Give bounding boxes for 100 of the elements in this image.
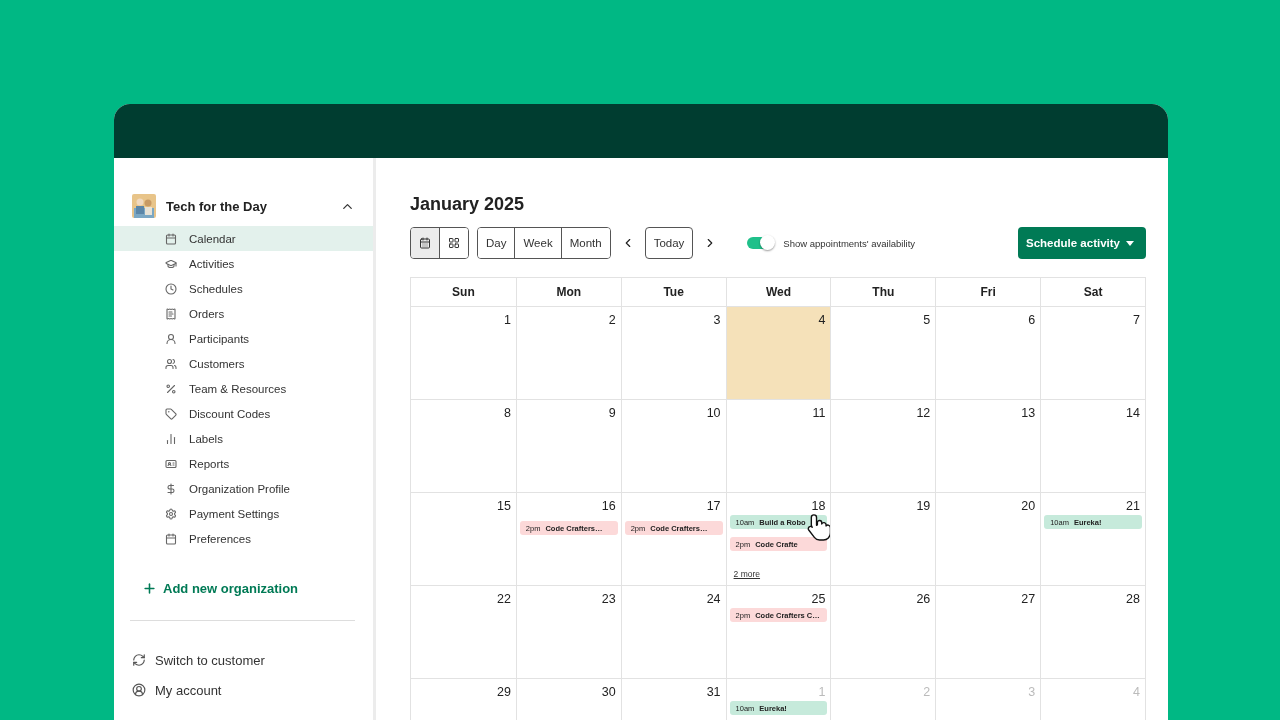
day-number: 1	[818, 685, 826, 699]
schedule-activity-button[interactable]: Schedule activity	[1018, 227, 1146, 259]
day-number: 6	[1028, 313, 1036, 327]
day-cell[interactable]: 5	[830, 306, 936, 399]
clock-icon	[165, 282, 177, 295]
day-number: 12	[916, 406, 931, 420]
day-cell[interactable]: 13	[935, 399, 1041, 492]
bar-chart-icon	[165, 432, 177, 445]
day-cell[interactable]: 10	[620, 399, 726, 492]
settings-icon	[165, 507, 177, 520]
sidebar-item[interactable]: Payment Settings	[114, 501, 373, 526]
day-number: 26	[916, 592, 931, 606]
user-circle-icon	[132, 683, 146, 697]
day-cell[interactable]: 31	[620, 678, 726, 720]
day-number: 4	[1133, 685, 1140, 699]
day-number: 31	[706, 685, 721, 699]
day-number: 29	[496, 685, 511, 699]
caret-icon	[1126, 240, 1134, 246]
day-cell[interactable]: 14	[1040, 399, 1145, 492]
availability-switch[interactable]	[747, 237, 774, 249]
day-number: 10	[706, 406, 721, 420]
day-number: 17	[706, 499, 721, 513]
day-number: 7	[1133, 313, 1140, 327]
percent-icon	[165, 382, 177, 395]
sidebar-item[interactable]: Participants	[114, 326, 373, 351]
sidebar-item[interactable]: Labels	[114, 426, 373, 451]
day-number: 21	[1126, 499, 1140, 513]
day-cell[interactable]: 2	[515, 306, 621, 399]
sidebar-item[interactable]: Organization Profile	[114, 476, 373, 501]
tag-icon	[165, 407, 177, 420]
day-cell[interactable]: 3	[620, 306, 726, 399]
day-number: 2	[923, 685, 931, 699]
sidebar-item[interactable]: Schedules	[114, 276, 373, 301]
day-number: 5	[923, 313, 931, 327]
sidebar-item[interactable]: Preferences	[114, 526, 373, 551]
sidebar-item[interactable]: Team & Resources	[114, 376, 373, 401]
day-cell[interactable]: 26	[830, 585, 936, 678]
sidebar-item[interactable]: Orders	[114, 301, 373, 326]
day-cell[interactable]: 19	[830, 492, 936, 585]
day-number: 8	[503, 406, 511, 420]
calendar-icon	[165, 532, 177, 545]
sidebar-item[interactable]: Calendar	[114, 226, 373, 251]
day-number: 19	[916, 499, 931, 513]
add-organization-link[interactable]: Add new organization	[142, 581, 373, 596]
day-number: 20	[1021, 499, 1036, 513]
sidebar-item[interactable]: Discount Codes	[114, 401, 373, 426]
footer-link[interactable]: Switch to customer	[114, 645, 373, 675]
footer-link[interactable]: My account	[114, 675, 373, 705]
day-number: 2	[608, 313, 616, 327]
day-cell[interactable]: 11	[725, 399, 831, 492]
calendar-view-button[interactable]	[411, 228, 439, 258]
day-number: 22	[496, 592, 511, 606]
month-title: January 2025	[410, 194, 526, 215]
day-number: 11	[812, 406, 826, 420]
day-cell[interactable]: 24	[620, 585, 726, 678]
day-number: 9	[608, 406, 616, 420]
day-number: 3	[713, 313, 721, 327]
day-number: 18	[811, 499, 826, 513]
day-cell[interactable]: 20	[935, 492, 1041, 585]
id-card-icon	[165, 457, 177, 470]
day-number: 28	[1126, 592, 1140, 606]
day-cell[interactable]: 4	[725, 306, 831, 399]
day-number: 3	[1028, 685, 1036, 699]
day-number: 24	[706, 592, 721, 606]
sidebar-item[interactable]: Reports	[114, 451, 373, 476]
graduation-cap-icon	[165, 257, 177, 270]
refresh-icon	[132, 653, 146, 667]
day-cell[interactable]: 6	[935, 306, 1041, 399]
plus-icon	[142, 581, 157, 596]
grid-icon	[448, 237, 460, 249]
day-number: 23	[601, 592, 616, 606]
organization-name: Tech for the Day	[166, 198, 268, 214]
day-number: 4	[818, 313, 826, 327]
calendar-icon	[165, 232, 177, 245]
day-number: 13	[1021, 406, 1036, 420]
day-cell[interactable]: 9	[515, 399, 621, 492]
calendar-icon	[419, 237, 431, 249]
day-number: 25	[811, 592, 826, 606]
day-cell[interactable]: 12	[830, 399, 936, 492]
user-icon	[165, 332, 177, 345]
day-number: 30	[601, 685, 616, 699]
sidebar-item[interactable]: Activities	[114, 251, 373, 276]
day-cell[interactable]: 27	[935, 585, 1041, 678]
day-number: 14	[1126, 406, 1140, 420]
pointer-hand-icon	[806, 513, 833, 541]
receipt-icon	[165, 307, 177, 320]
day-cell[interactable]: 23	[515, 585, 621, 678]
day-number: 16	[601, 499, 616, 513]
day-cell[interactable]: 28	[1040, 585, 1145, 678]
more-link[interactable]: 2 more	[733, 569, 761, 579]
sidebar-item[interactable]: Customers	[114, 351, 373, 376]
day-cell[interactable]: 7	[1040, 306, 1145, 399]
today-button[interactable]: Today	[644, 227, 694, 259]
grid-view-button[interactable]	[439, 228, 468, 258]
day-number: 27	[1021, 592, 1036, 606]
dollar-icon	[165, 482, 177, 495]
day-number: 15	[496, 499, 511, 513]
view-button[interactable]: Month	[560, 228, 610, 258]
day-number: 1	[503, 313, 511, 327]
day-cell[interactable]: 30	[515, 678, 621, 720]
